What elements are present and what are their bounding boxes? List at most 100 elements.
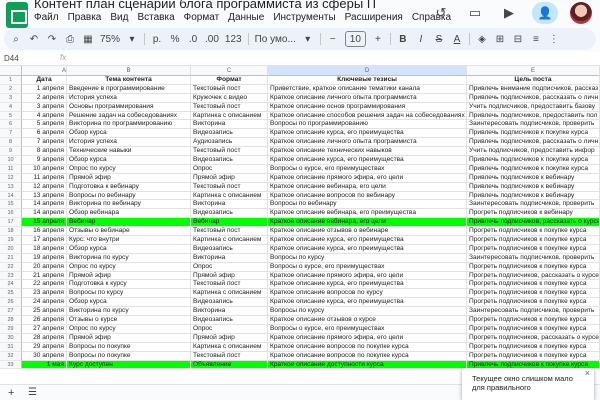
row-number[interactable]: 6 [0,120,22,130]
theses-cell[interactable]: Вопросы по курсу [268,253,467,263]
topic-cell[interactable]: Обзор курса [67,298,191,308]
row-number[interactable]: 9 [0,147,22,157]
date-cell[interactable]: 9 апреля [22,156,67,165]
goal-cell[interactable]: Цель поста [467,76,600,85]
goal-cell[interactable]: Заинтересовать подписчиков, проверить [467,253,600,263]
row-number[interactable]: 4 [0,102,22,112]
topic-cell[interactable]: Технические навыки [67,147,191,157]
topic-cell[interactable]: Подготовка к курсу [67,280,191,290]
text-color-button[interactable]: A [451,30,463,48]
row-number[interactable]: 8 [0,138,22,148]
date-cell[interactable]: 23 апреля [22,289,67,299]
column-header[interactable]: D [268,66,467,76]
menu-item[interactable]: Вид [110,12,128,26]
topic-cell[interactable]: Тема контента [67,76,191,85]
goal-cell[interactable]: Заинтересовать подписчиков, проверить [467,200,600,210]
format-cell[interactable]: Видеозапись [191,209,268,219]
topic-cell[interactable]: Викторина по курсу [67,307,191,317]
theses-cell[interactable]: Ключевые тезисы [268,76,467,85]
row-number[interactable]: 15 [0,200,22,210]
history-icon[interactable]: ↺ [430,2,452,24]
format-cell[interactable]: Формат [191,76,268,85]
spreadsheet-grid[interactable]: ABCDE 1 Дата Тема контента Формат Ключевые т… [0,66,600,384]
goal-cell[interactable]: Прогреть подписчиков, рассказать о курсе [467,271,600,281]
theses-cell[interactable]: Краткое описание вопросов по вебинару [268,191,467,201]
topic-cell[interactable]: Опрос по курсу [67,324,191,334]
topic-cell[interactable]: Вопросы по покупке [67,342,191,352]
column-header[interactable]: E [467,66,600,76]
column-header[interactable]: A [22,66,67,76]
column-header[interactable]: B [67,66,191,76]
goal-cell[interactable]: Привлечь подписчиков, рассказать о личн [467,93,600,103]
row-number[interactable]: 25 [0,289,22,299]
goal-cell[interactable]: Прогреть подписчиков, рассказать о курсе [467,333,600,343]
format-cell[interactable]: Прямой эфир [191,333,268,343]
goal-cell[interactable]: Учить подписчиков, предоставить базову [467,102,600,112]
meet-icon[interactable]: ▶ [498,2,520,24]
goal-cell[interactable]: Прогреть подписчиков к покупке курса [467,236,600,245]
format-cell[interactable]: Текстовый пост [191,84,268,94]
format-cell[interactable]: Картинка с описанием [191,289,268,299]
paint-format-icon[interactable]: ▦ [82,30,94,48]
date-cell[interactable]: 1 мая [22,360,67,370]
theses-cell[interactable]: Краткое описание технических навыков [268,147,467,157]
topic-cell[interactable]: Опрос по курсу [67,262,191,272]
date-cell[interactable]: 28 апреля [22,333,67,343]
goal-cell[interactable]: Привлечь подписчиков к вебинару [467,182,600,192]
topic-cell[interactable]: Вопросы по вебинару [67,191,191,201]
format-cell[interactable]: Видеозапись [191,298,268,308]
increase-decimal-button[interactable]: .00 [205,30,219,48]
date-cell[interactable]: 11 апреля [22,173,67,183]
theses-cell[interactable]: Краткое описание основ программирования [268,102,467,112]
avatar[interactable] [570,2,592,24]
share-button[interactable]: 👤 [532,2,558,24]
row-number[interactable]: 16 [0,209,22,219]
goal-cell[interactable]: Привлечь подписчиков к вебинару [467,173,600,183]
row-number[interactable]: 13 [0,182,22,192]
format-cell[interactable]: Картинка с описанием [191,342,268,352]
date-cell[interactable]: 2 апреля [22,93,67,103]
theses-cell[interactable]: Краткое описание отзывов о курсе [268,316,467,325]
format-cell[interactable]: Видеозапись [191,156,268,165]
topic-cell[interactable]: Обзор курса [67,129,191,139]
topic-cell[interactable]: Подготовка к вебинару [67,182,191,192]
format-cell[interactable]: Картинка с описанием [191,111,268,121]
goal-cell[interactable]: Привлечь подписчиков, предоставить пол [467,111,600,121]
theses-cell[interactable]: Краткое описание курса, его преимущества [268,156,467,165]
theses-cell[interactable]: Краткое описание вопросов по курсу [268,289,467,299]
format-cell[interactable]: Опрос [191,324,268,334]
row-number[interactable]: 17 [0,218,22,228]
font-size-decrease-button[interactable]: − [327,30,339,48]
close-icon[interactable]: × [585,369,590,378]
theses-cell[interactable]: Краткое описание отзывов о вебинаре [268,227,467,237]
topic-cell[interactable]: Викторина по программированию [67,120,191,130]
goal-cell[interactable]: Прогреть подписчиков к вебинару [467,209,600,219]
theses-cell[interactable]: Краткое описание личного опыта программи… [268,93,467,103]
document-title[interactable]: Контент план сценарии блога программиста… [34,0,378,11]
format-cell[interactable]: Видеозапись [191,316,268,325]
goal-cell[interactable]: Прогреть подписчиков к покупке курса [467,280,600,290]
font-size-input[interactable]: 10 [344,31,366,47]
row-number[interactable]: 21 [0,253,22,263]
goal-cell[interactable]: Прогреть подписчиков к покупке курса [467,227,600,237]
topic-cell[interactable]: Опрос по курсу [67,164,191,174]
date-cell[interactable]: 6 апреля [22,129,67,139]
more-icon[interactable]: ⋮ [548,30,560,48]
topic-cell[interactable]: История успеха [67,93,191,103]
menu-item[interactable]: Данные [228,12,264,26]
align-icon[interactable]: ≡ [530,30,542,48]
topic-cell[interactable]: История успеха [67,138,191,148]
sheets-logo-icon[interactable] [6,2,28,28]
row-number[interactable]: 18 [0,227,22,237]
row-number[interactable]: 24 [0,280,22,290]
theses-cell[interactable]: Краткое описание вебинара, его преимущес… [268,209,467,219]
cell-reference-box[interactable]: D44 [4,54,19,63]
theses-cell[interactable]: Краткое описание доступности курса [268,360,467,370]
row-number[interactable]: 12 [0,173,22,183]
theses-cell[interactable]: Краткое описание вопросов по покупке кур… [268,351,467,361]
date-cell[interactable]: 13 апреля [22,191,67,201]
topic-cell[interactable]: Викторина по курсу [67,253,191,263]
date-cell[interactable]: 3 апреля [22,102,67,112]
goal-cell[interactable]: Привлечь подписчиков к покупке курса [467,156,600,165]
more-formats-button[interactable]: 123 [225,30,242,48]
